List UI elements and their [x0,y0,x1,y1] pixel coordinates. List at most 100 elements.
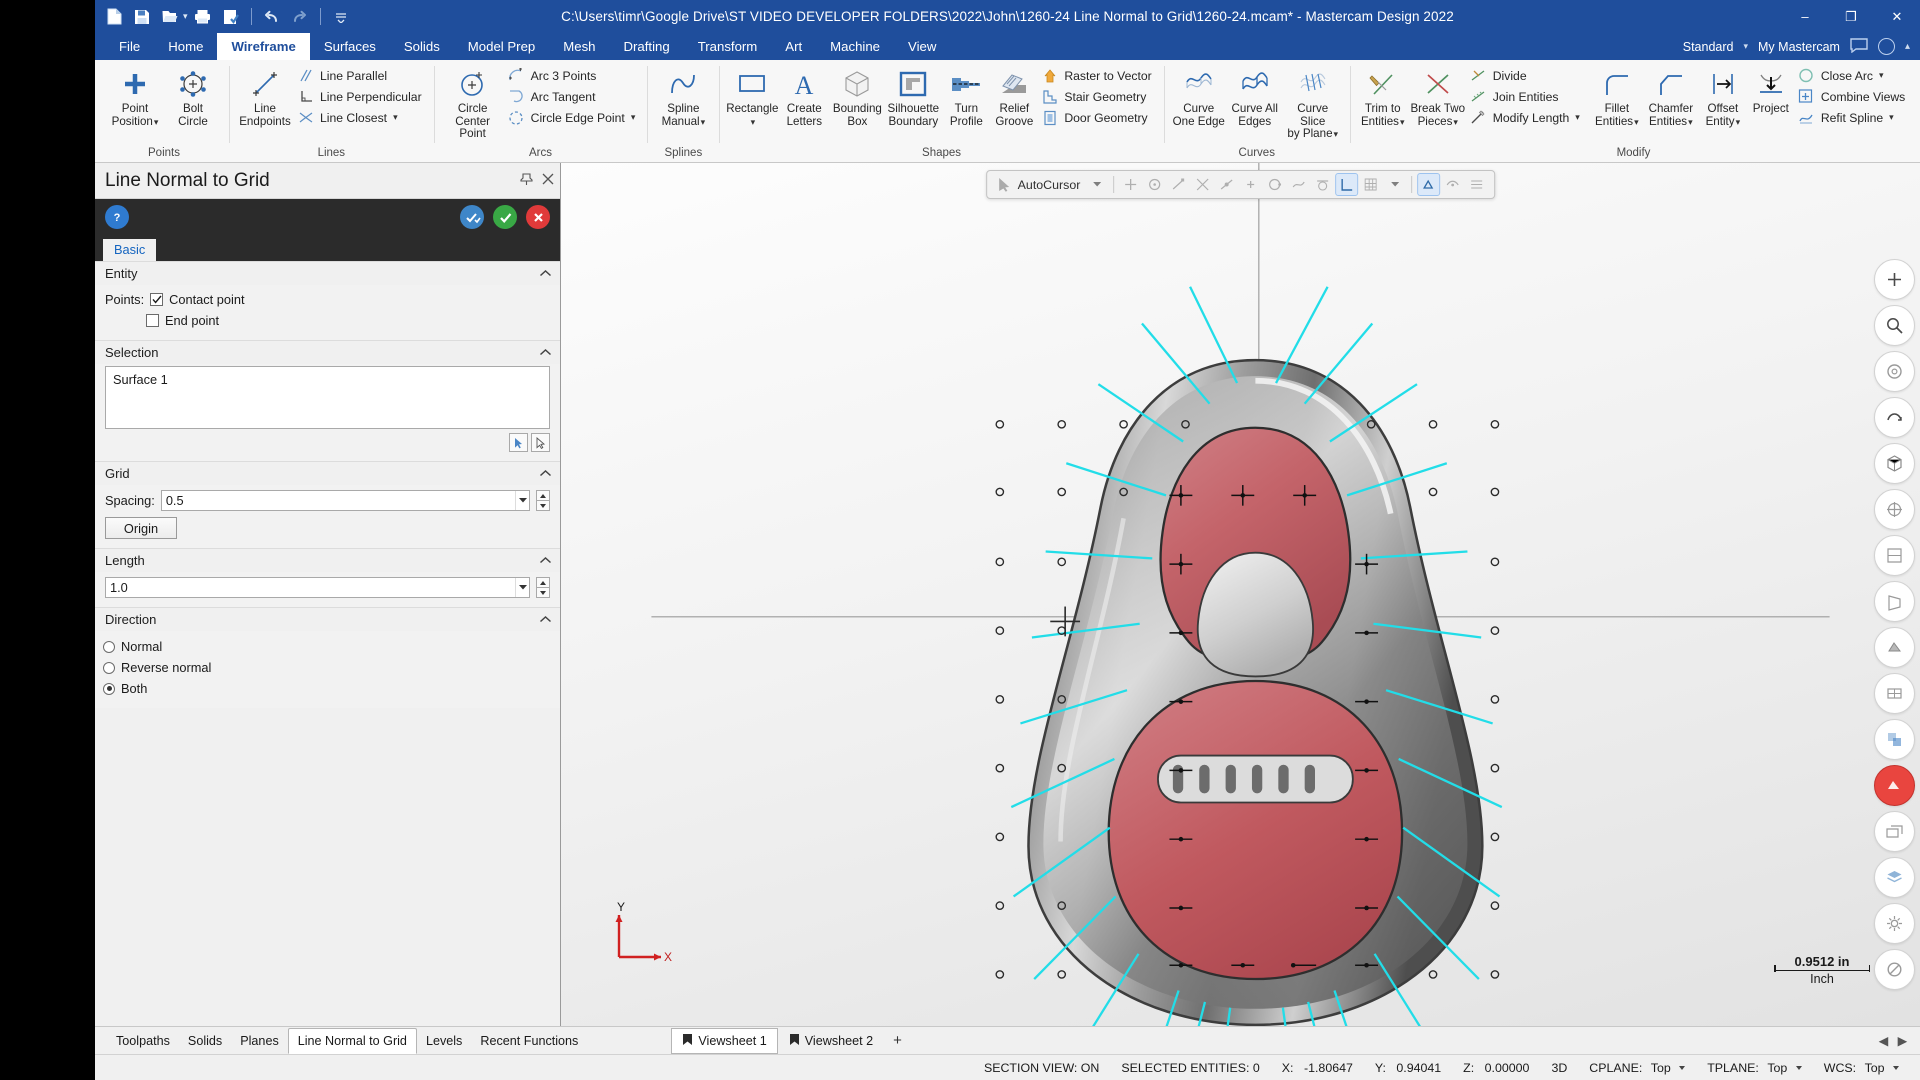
line-endpoints-button[interactable]: Line Endpoints [236,64,294,131]
divide-button[interactable]: Divide [1467,65,1585,86]
new-file-icon[interactable] [101,4,127,30]
graphics-viewport[interactable]: AutoCursor Y X 0.9512 in Inch [561,163,1920,1026]
status-cplane[interactable]: CPLANE: Top [1578,1061,1696,1075]
tangent-snap-icon[interactable] [1312,174,1333,195]
silhouette-boundary-button[interactable]: Silhouette Boundary [884,64,942,131]
circle-edge-point-button[interactable]: Circle Edge Point ▾ [505,107,641,128]
spacing-stepper-down[interactable] [536,501,550,511]
join-entities-button[interactable]: Join Entities [1467,86,1585,107]
tab-model-prep[interactable]: Model Prep [454,33,549,60]
scroll-right-button[interactable]: ▶ [1895,1032,1910,1050]
section-view-icon[interactable] [1874,765,1915,806]
break-two-pieces-button[interactable]: Break Two Pieces▾ [1409,64,1467,131]
length-input[interactable] [106,578,515,597]
right-view-icon[interactable] [1874,581,1915,622]
pin-icon[interactable] [520,172,533,189]
bottom-tab-recent-functions[interactable]: Recent Functions [471,1027,587,1055]
tab-view[interactable]: View [894,33,950,60]
origin-snap-icon[interactable] [1120,174,1141,195]
circle-center-point-button[interactable]: Circle Center Point [441,64,505,144]
settings-snap-icon[interactable] [1466,174,1487,195]
redo-icon[interactable] [287,4,313,30]
relief-groove-button[interactable]: Relief Groove [990,64,1038,131]
refit-spline-button[interactable]: Refit Spline ▾ [1795,107,1910,128]
collapse-ribbon-icon[interactable]: ▴ [1905,41,1910,52]
offset-entity-button[interactable]: Offset Entity▾ [1699,64,1747,131]
tab-wireframe[interactable]: Wireframe [217,33,310,60]
unzoom-icon[interactable] [1874,351,1915,392]
bottom-tab-solids[interactable]: Solids [179,1027,231,1055]
help-circle-icon[interactable] [1877,38,1895,55]
tplane-chevron-down-icon[interactable] [1795,1066,1802,1071]
spacing-input[interactable] [161,491,515,510]
grid-snap-icon[interactable] [1360,174,1381,195]
line-perpendicular-button[interactable]: Line Perpendicular [294,86,427,107]
hide-icon[interactable] [1874,949,1915,990]
point-snap-icon[interactable] [1240,174,1261,195]
close-button[interactable]: ✕ [1874,0,1920,33]
dynamic-rotate-icon[interactable] [1874,397,1915,438]
rectangle-button[interactable]: Rectangle ▾ [726,64,778,131]
stair-geometry-button[interactable]: Stair Geometry [1038,86,1156,107]
bottom-tab-toolpaths[interactable]: Toolpaths [107,1027,179,1055]
origin-button[interactable]: Origin [105,517,177,539]
levels-icon[interactable] [1874,857,1915,898]
project-button[interactable]: Project [1747,64,1795,119]
close-icon[interactable] [542,173,554,188]
save-icon[interactable] [129,4,155,30]
shaded-icon[interactable] [1874,627,1915,668]
settings-icon[interactable] [1874,903,1915,944]
chevron-up-icon-length[interactable] [539,553,552,568]
door-geometry-button[interactable]: Door Geometry [1038,107,1156,128]
bottom-tab-line-normal-to-grid[interactable]: Line Normal to Grid [287,1027,417,1054]
chevron-up-icon-direction[interactable] [539,612,552,627]
end-point-checkbox[interactable] [146,314,159,327]
chevron-up-icon-selection[interactable] [539,345,552,360]
modify-length-button[interactable]: Modify Length ▾ [1467,107,1585,128]
cancel-icon[interactable] [526,205,550,229]
intersection-snap-icon[interactable] [1192,174,1213,195]
point-position-button[interactable]: Point Position▾ [106,64,164,131]
direction-radio-reverse-normal[interactable] [103,661,115,674]
chamfer-entities-button[interactable]: Chamfer Entities▾ [1643,64,1699,131]
zoom-window-icon[interactable] [1874,305,1915,346]
raster-to-vector-button[interactable]: Raster to Vector [1038,65,1156,86]
chevron-up-icon-grid[interactable] [539,466,552,481]
viewsheet-tab-1[interactable]: Viewsheet 1 [671,1027,778,1054]
cplane-chevron-down-icon[interactable] [1679,1066,1686,1071]
close-arc-button[interactable]: Close Arc ▾ [1795,65,1910,86]
temp-snap-icon[interactable] [1442,174,1463,195]
select-entities-icon[interactable] [509,433,528,452]
arc-center-snap-icon[interactable] [1144,174,1165,195]
tab-machine[interactable]: Machine [816,33,894,60]
ok-icon[interactable] [493,205,517,229]
scroll-left-button[interactable]: ◀ [1876,1032,1891,1050]
autocursor-mode-icon[interactable] [994,174,1015,195]
bottom-tab-planes[interactable]: Planes [231,1027,288,1055]
minimize-button[interactable]: – [1782,0,1828,33]
tab-home[interactable]: Home [154,33,217,60]
arc-3-points-button[interactable]: Arc 3 Points [505,65,641,86]
isometric-view-icon[interactable] [1874,443,1915,484]
quadrant-snap-icon[interactable] [1264,174,1285,195]
viewsheet-tab-2[interactable]: Viewsheet 2 [778,1028,884,1054]
section-header-length[interactable]: Length [95,548,560,572]
spacing-stepper-up[interactable] [536,490,550,501]
arc-tangent-button[interactable]: Arc Tangent [505,86,641,107]
tab-solids[interactable]: Solids [390,33,454,60]
section-header-selection[interactable]: Selection [95,340,560,364]
tab-surfaces[interactable]: Surfaces [310,33,390,60]
midpoint-snap-icon[interactable] [1216,174,1237,195]
curve-slice-by-plane-button[interactable]: Curve Slice by Plane▾ [1283,64,1343,144]
line-closest-button[interactable]: Line Closest ▾ [294,107,427,128]
status-tplane[interactable]: TPLANE: Top [1696,1061,1813,1075]
curve-all-edges-button[interactable]: Curve All Edges [1227,64,1283,131]
add-viewsheet-button[interactable]: + [884,1032,911,1049]
tab-transform[interactable]: Transform [684,33,772,60]
undo-icon[interactable] [259,4,285,30]
chevron-up-icon-entity[interactable] [539,266,552,281]
top-view-icon[interactable] [1874,489,1915,530]
print-preview-icon[interactable] [218,4,244,30]
spacing-stepper[interactable] [536,490,550,511]
perpendicular-snap-icon[interactable] [1335,173,1359,196]
